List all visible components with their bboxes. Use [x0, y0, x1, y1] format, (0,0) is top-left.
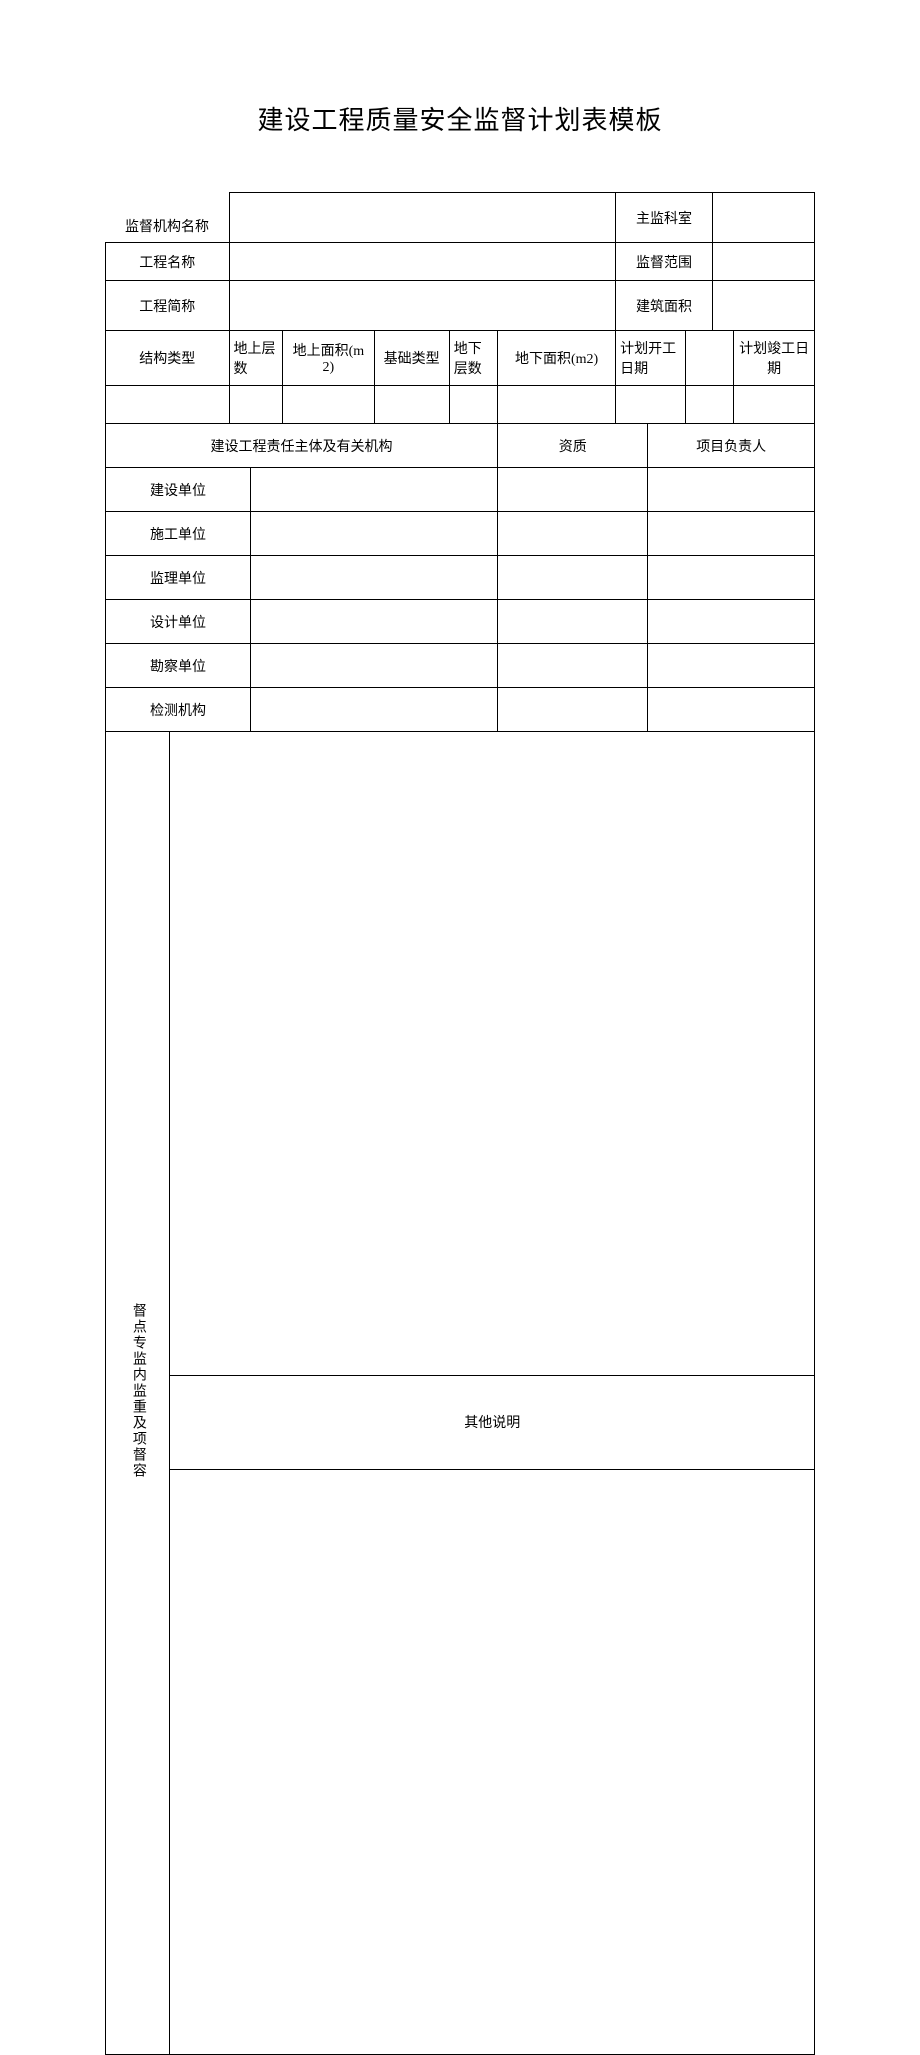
value-supervise-unit-leader	[648, 556, 815, 600]
spacer	[685, 331, 733, 386]
value-test-org-name	[251, 688, 498, 732]
value-area-above	[283, 386, 374, 424]
label-construct-unit: 施工单位	[106, 512, 251, 556]
page-title: 建设工程质量安全监督计划表模板	[105, 100, 815, 137]
label-floors-below: 地下层数	[449, 331, 497, 386]
label-supervise-unit: 监理单位	[106, 556, 251, 600]
label-floors-above: 地上层数	[229, 331, 283, 386]
value-building-area	[712, 281, 814, 331]
value-scope	[712, 243, 814, 281]
value-floors-below	[449, 386, 497, 424]
label-survey-unit: 勘察单位	[106, 644, 251, 688]
label-test-org: 检测机构	[106, 688, 251, 732]
value-floors-above	[229, 386, 283, 424]
value-build-unit-leader	[648, 468, 815, 512]
label-org-name: 监督机构名称	[106, 193, 230, 243]
value-survey-unit-leader	[648, 644, 815, 688]
label-area-below: 地下面积(m2)	[498, 331, 616, 386]
label-other-notes: 其他说明	[170, 1375, 815, 1469]
value-main-office	[712, 193, 814, 243]
value-project-name	[229, 243, 616, 281]
value-survey-unit-name	[251, 644, 498, 688]
value-special-content	[170, 732, 815, 1376]
value-survey-unit-qual	[498, 644, 648, 688]
label-foundation-type: 基础类型	[374, 331, 449, 386]
value-project-short	[229, 281, 616, 331]
value-construct-unit-name	[251, 512, 498, 556]
value-test-org-leader	[648, 688, 815, 732]
value-plan-start	[616, 386, 686, 424]
spacer	[685, 386, 733, 424]
label-responsible-bodies: 建设工程责任主体及有关机构	[106, 424, 498, 468]
value-other-notes	[170, 1469, 815, 2054]
label-structure-type: 结构类型	[106, 331, 230, 386]
label-design-unit: 设计单位	[106, 600, 251, 644]
label-scope: 监督范围	[616, 243, 713, 281]
label-project-short: 工程简称	[106, 281, 230, 331]
label-build-unit: 建设单位	[106, 468, 251, 512]
label-project-name: 工程名称	[106, 243, 230, 281]
value-build-unit-qual	[498, 468, 648, 512]
label-plan-start: 计划开工日期	[616, 331, 686, 386]
value-design-unit-name	[251, 600, 498, 644]
label-area-above: 地上面积(m2)	[283, 331, 374, 386]
label-qualification: 资质	[498, 424, 648, 468]
value-plan-end	[734, 386, 815, 424]
label-plan-end: 计划竣工日期	[734, 331, 815, 386]
label-special-content: 督点专监内监重及项督容	[106, 732, 170, 2055]
value-test-org-qual	[498, 688, 648, 732]
value-supervise-unit-name	[251, 556, 498, 600]
supervision-plan-table: 监督机构名称 主监科室 工程名称 监督范围 工程简称 建筑面积 结构类型 地上层…	[105, 192, 815, 2055]
value-construct-unit-qual	[498, 512, 648, 556]
value-structure-type	[106, 386, 230, 424]
value-construct-unit-leader	[648, 512, 815, 556]
label-building-area: 建筑面积	[616, 281, 713, 331]
value-area-below	[498, 386, 616, 424]
value-design-unit-qual	[498, 600, 648, 644]
value-build-unit-name	[251, 468, 498, 512]
value-design-unit-leader	[648, 600, 815, 644]
value-foundation-type	[374, 386, 449, 424]
value-org-name	[229, 193, 616, 243]
label-project-leader: 项目负责人	[648, 424, 815, 468]
label-main-office: 主监科室	[616, 193, 713, 243]
value-supervise-unit-qual	[498, 556, 648, 600]
